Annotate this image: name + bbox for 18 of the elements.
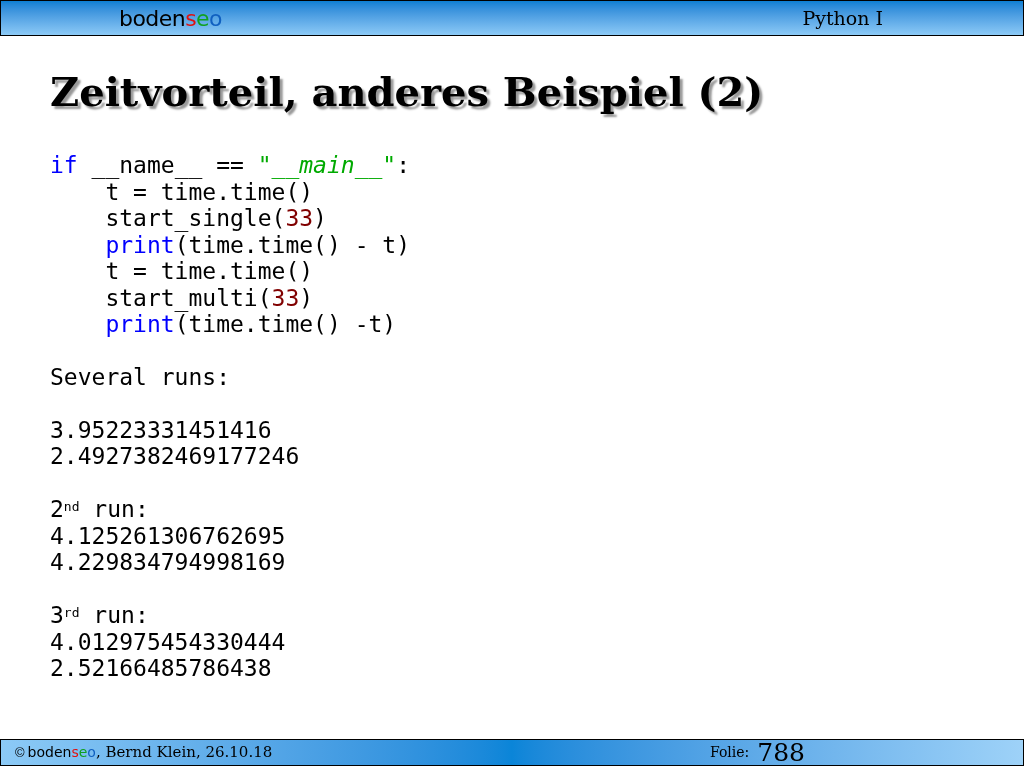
slide-title: Zeitvorteil, anderes Beispiel (2) — [50, 67, 765, 117]
code-text: if __name__ == "__main__": t = time.time() start_single(33) print(time.time() - t) t = time.time() start_multi(33) print(time.time() -t) — [50, 152, 411, 338]
folie-label: Folie: — [709, 743, 750, 762]
output-line: 4.012975454330444 — [50, 628, 287, 655]
slide-number: 788 — [757, 740, 805, 765]
course-title: Python I — [802, 5, 883, 31]
output-line: 3$^{rd}$ run: — [50, 602, 150, 629]
output-line: 4.229834794998169 — [50, 549, 287, 576]
header-logo: bodenseo — [119, 4, 222, 33]
footer-author-date: , Bernd Klein, 26.10.18 — [95, 742, 273, 764]
output-line: 4.125261306762695 — [50, 522, 287, 549]
output-line: Several runs: — [50, 363, 231, 390]
output-line: 2.52166485786438 — [50, 655, 273, 682]
copyright-sign: © — [15, 743, 25, 762]
output-line: 2.4927382469177246 — [50, 443, 301, 470]
output-line: 3.95223331451416 — [50, 416, 273, 443]
footer-logo: bodenseo — [27, 743, 96, 762]
output-line: 2$^{nd}$ run: — [50, 496, 150, 523]
